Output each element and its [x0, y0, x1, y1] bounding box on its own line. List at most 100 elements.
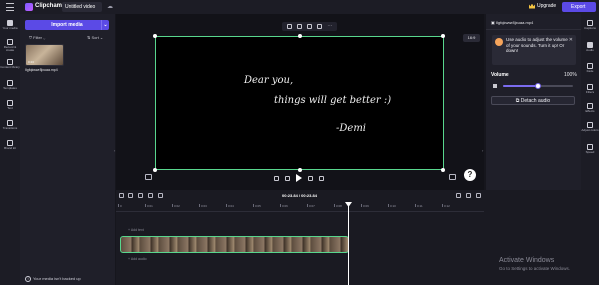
resize-handle-bottom-right[interactable]: [441, 168, 445, 172]
sort-button[interactable]: ⇅ Sort ⌄: [87, 35, 103, 40]
rotate-icon[interactable]: [317, 24, 323, 29]
rail-item-effects[interactable]: Effects: [581, 103, 599, 113]
ruler-tick: 0:01: [145, 204, 153, 208]
speaker-icon[interactable]: [493, 84, 497, 88]
timeline-toolbar: 00:23.84 / 00:23.84: [116, 190, 484, 202]
playhead[interactable]: [348, 202, 349, 285]
selected-file: ▣ Ilgfqkwwr8jxuaa.mp4: [491, 20, 534, 25]
ruler-tick: 0:03: [199, 204, 207, 208]
delete-icon[interactable]: [148, 193, 153, 198]
fit-timeline-icon[interactable]: [476, 193, 481, 198]
cloud-sync-icon[interactable]: ☁: [107, 4, 113, 10]
volume-label: Volume: [491, 72, 509, 78]
rail-item-speed[interactable]: Speed: [581, 144, 599, 154]
undo-icon[interactable]: [119, 193, 124, 198]
resize-handle-bottom[interactable]: [298, 168, 302, 172]
activate-windows-subtitle: Go to Settings to activate Windows.: [499, 266, 571, 271]
rail-item-your-media[interactable]: Your media: [0, 20, 20, 30]
video-clip[interactable]: [120, 236, 349, 253]
sort-label: Sort: [91, 35, 99, 40]
volume-slider-fill: [503, 85, 538, 87]
duplicate-icon[interactable]: [158, 193, 163, 198]
backup-notice[interactable]: ! Your media isn't backed up: [24, 275, 112, 283]
skip-forward-icon[interactable]: [319, 175, 324, 181]
volume-slider[interactable]: [503, 83, 573, 89]
ruler-tick: 0:08: [334, 204, 342, 208]
media-file-name: Ilgfqkwwr8jxuaa.mp4: [25, 68, 58, 72]
assistant-avatar-icon: [495, 38, 503, 46]
left-rail: Your media Record & create Content libra…: [0, 14, 20, 285]
import-media-label: Import media: [51, 22, 83, 28]
properties-panel: ▣ Ilgfqkwwr8jxuaa.mp4 Use audio to adjus…: [486, 14, 581, 196]
top-bar: Clipchamp Untitled video ☁ Upgrade Expor…: [0, 0, 599, 14]
script-line-2: things will get better :): [274, 95, 392, 106]
rail-item-adjust-colors[interactable]: Adjust colors: [581, 122, 599, 132]
activate-windows-title: Activate Windows: [499, 257, 555, 264]
divider: [486, 29, 581, 30]
audio-tip-text: Use audio to adjust the volume of your s…: [506, 37, 568, 53]
script-line-1: Dear you,: [244, 75, 294, 86]
aspect-ratio-button[interactable]: 16:9: [463, 34, 480, 42]
skip-back-icon[interactable]: [274, 175, 279, 181]
add-audio-track[interactable]: + Add audio: [128, 257, 147, 261]
rail-item-audio[interactable]: Audio: [581, 42, 599, 52]
pip-icon[interactable]: [306, 24, 312, 29]
export-button[interactable]: Export: [562, 2, 596, 12]
resize-handle-top[interactable]: [298, 34, 302, 38]
video-preview[interactable]: Dear you, things will get better :) -Dem…: [153, 34, 445, 172]
menu-icon[interactable]: [6, 3, 14, 11]
rail-item-brand-kit[interactable]: Brand kit: [0, 140, 20, 150]
playback-controls: [274, 174, 324, 182]
resize-handle-top-right[interactable]: [441, 34, 445, 38]
rail-item-text[interactable]: Text: [0, 100, 20, 110]
caption-toggle-icon[interactable]: [145, 174, 152, 180]
forward-5s-icon[interactable]: [308, 175, 313, 181]
fullscreen-icon[interactable]: [449, 174, 456, 180]
play-icon[interactable]: [296, 174, 302, 182]
close-icon[interactable]: ✕: [569, 37, 573, 43]
zoom-in-icon[interactable]: [466, 193, 471, 198]
ruler-tick: 0:02: [172, 204, 180, 208]
volume-value[interactable]: 100%: [564, 72, 577, 78]
ruler-tick: 0:07: [307, 204, 315, 208]
preview-stage: ⋯ 16:9 Dear you, things will get better …: [116, 14, 484, 190]
media-thumbnail[interactable]: 0:23: [25, 44, 64, 66]
filter-button[interactable]: ⛉ Filter ⌄: [29, 35, 45, 40]
rail-item-templates[interactable]: Templates: [0, 80, 20, 90]
rail-item-captions[interactable]: Captions: [581, 20, 599, 30]
timeline: 00:23.84 / 00:23.84 0 0:01 0:02 0:03 0:04 0:0…: [116, 190, 484, 285]
rail-item-record-create[interactable]: Record & create: [0, 39, 20, 52]
rail-item-filters[interactable]: Filters: [581, 84, 599, 94]
selected-file-name: Ilgfqkwwr8jxuaa.mp4: [495, 20, 534, 25]
rail-item-transitions[interactable]: Transitions: [0, 120, 20, 130]
ruler-tick: 0:05: [253, 204, 261, 208]
collapse-right-panel-icon[interactable]: ›: [482, 148, 483, 153]
add-text-track[interactable]: + Add text: [128, 228, 144, 232]
chevron-down-icon[interactable]: ⌄: [101, 20, 109, 30]
redo-icon[interactable]: [128, 193, 133, 198]
rail-item-fade[interactable]: Fade: [581, 63, 599, 73]
volume-slider-knob[interactable]: [535, 83, 541, 89]
right-rail: Captions Audio Fade Filters Effects Adju…: [581, 14, 599, 196]
zoom-out-icon[interactable]: [456, 193, 461, 198]
help-button[interactable]: ?: [464, 169, 476, 181]
collapse-left-panel-icon[interactable]: ‹: [114, 148, 115, 153]
import-media-button[interactable]: Import media ⌄: [25, 20, 109, 30]
detach-audio-button[interactable]: ⧉ Detach audio: [491, 96, 575, 105]
info-icon: !: [25, 276, 31, 282]
rail-item-content-library[interactable]: Content library: [0, 59, 20, 69]
ruler-tick: 0:10: [388, 204, 396, 208]
fit-icon[interactable]: [296, 24, 302, 29]
thumb-duration: 0:23: [28, 60, 34, 64]
rewind-5s-icon[interactable]: [285, 175, 290, 181]
resize-handle-top-left[interactable]: [153, 34, 157, 38]
split-icon[interactable]: [138, 193, 143, 198]
timeline-ruler[interactable]: 0 0:01 0:02 0:03 0:04 0:05 0:06 0:07 0:08 0:09 0:1…: [116, 202, 484, 212]
more-options-icon[interactable]: ⋯: [327, 24, 332, 29]
crop-icon[interactable]: [286, 24, 292, 29]
ruler-tick: 0:11: [415, 204, 423, 208]
ruler-tick: 0:09: [361, 204, 369, 208]
project-title-input[interactable]: Untitled video: [62, 2, 102, 12]
resize-handle-bottom-left[interactable]: [153, 168, 157, 172]
upgrade-button[interactable]: Upgrade: [529, 3, 556, 9]
